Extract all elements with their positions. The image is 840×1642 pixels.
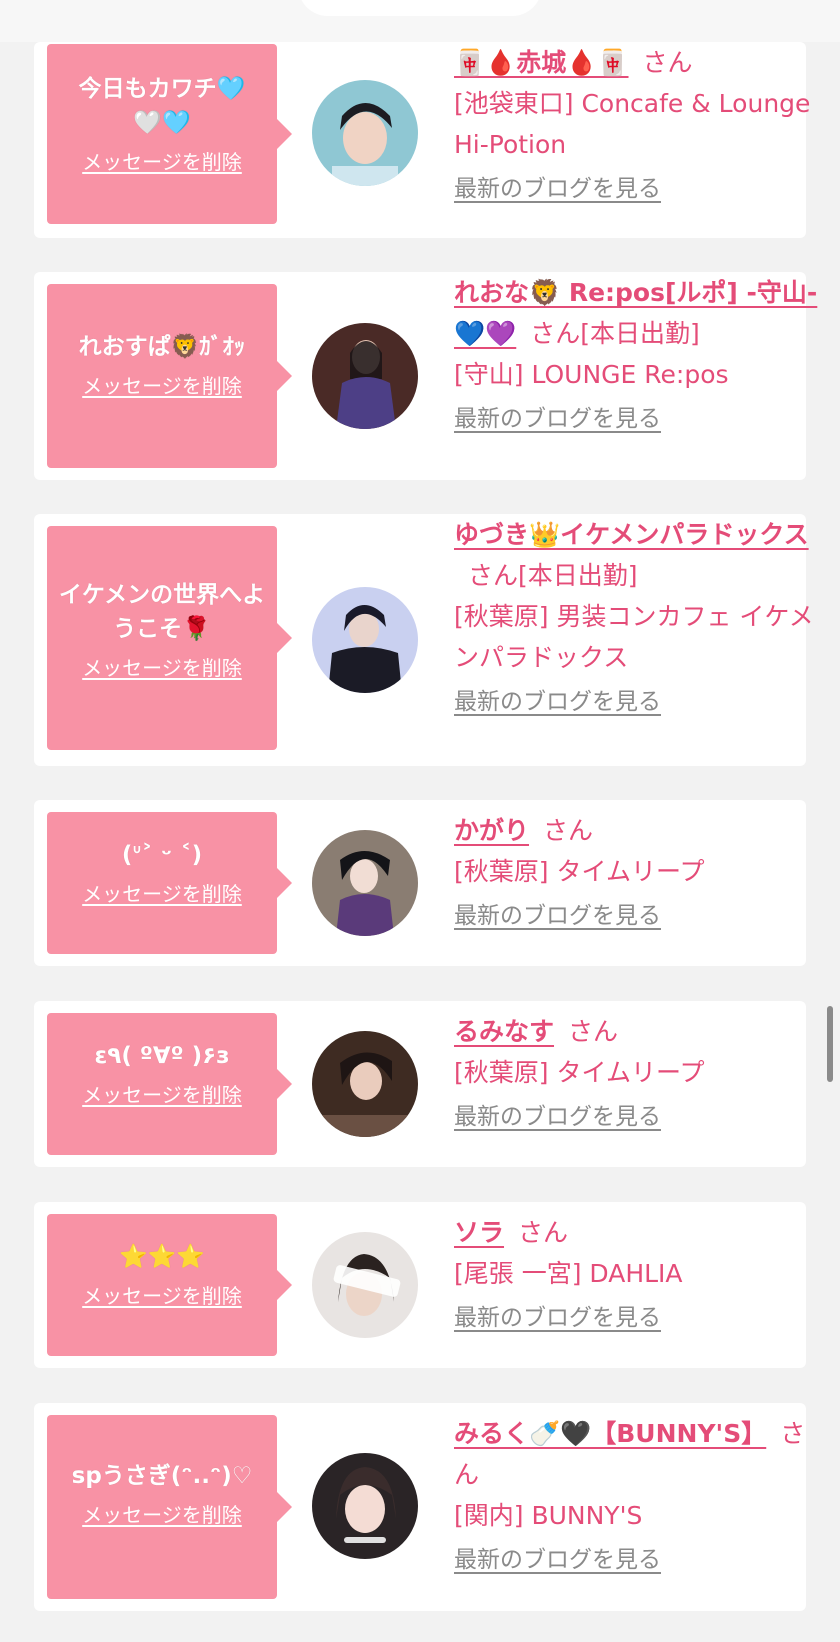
honorific: さん	[642, 48, 693, 77]
latest-blog-link[interactable]: 最新のブログを見る	[454, 896, 826, 937]
avatar[interactable]	[312, 1232, 418, 1338]
honorific: さん[本日出勤]	[468, 561, 638, 590]
scrollbar[interactable]	[827, 1006, 833, 1082]
latest-blog-link[interactable]: 最新のブログを見る	[454, 169, 826, 210]
message-text: ε٩( º∀º )۶з	[94, 1043, 230, 1069]
delete-message-button[interactable]: メッセージを削除	[82, 1280, 242, 1309]
message-text: イケメンの世界へようこそ🌹	[58, 582, 266, 642]
top-tab	[298, 0, 542, 16]
latest-blog-link[interactable]: 最新のブログを見る	[454, 399, 826, 440]
honorific: さん	[518, 1218, 569, 1247]
shop-name: [守山] LOUNGE Re:pos	[454, 360, 729, 389]
list-item: ⭐⭐⭐ メッセージを削除 ソラ さん [尾張 一宮] DAHLIA 最新のブログを…	[34, 1202, 806, 1368]
latest-blog-link[interactable]: 最新のブログを見る	[454, 1298, 826, 1339]
cast-name-link[interactable]: かがり	[454, 816, 529, 845]
message-text: spうさぎ(ᵔ..ᵔ)♡	[71, 1463, 253, 1489]
cast-name-link[interactable]: ソラ	[454, 1218, 504, 1247]
cast-name-link[interactable]: みるく🍼🖤【BUNNY'S】	[454, 1419, 766, 1448]
avatar[interactable]	[312, 323, 418, 429]
shop-name: [秋葉原] タイムリープ	[454, 857, 705, 886]
cast-name-link[interactable]: ゆづき👑イケメンパラドックス	[454, 520, 809, 549]
message-text: ⭐⭐⭐	[119, 1244, 205, 1270]
honorific: さん	[543, 816, 594, 845]
message-bubble: spうさぎ(ᵔ..ᵔ)♡ メッセージを削除	[47, 1415, 292, 1599]
shop-name: [池袋東口] Concafe & Lounge Hi-Potion	[454, 89, 811, 159]
list-item: イケメンの世界へようこそ🌹 メッセージを削除 ゆづき👑イケメンパラドックスさん[…	[34, 514, 814, 766]
list-item: れおすぱ🦁ｶﾞｵｯ メッセージを削除 れおな🦁 Re:pos[ルポ] -守山-💙…	[34, 272, 817, 480]
message-text: れおすぱ🦁ｶﾞｵｯ	[78, 334, 246, 360]
honorific: さん	[568, 1017, 619, 1046]
list-item: 今日もカワチ🩵🤍🩵 メッセージを削除 🀄🩸赤城🩸🀄 さん [池袋東口] Conca…	[34, 42, 810, 238]
delete-message-button[interactable]: メッセージを削除	[82, 1499, 242, 1528]
latest-blog-link[interactable]: 最新のブログを見る	[454, 1540, 826, 1581]
delete-message-button[interactable]: メッセージを削除	[82, 652, 242, 681]
cast-name-link[interactable]: るみなす	[454, 1017, 554, 1046]
list-item: (ᐡ˃ ᵕ ˂) メッセージを削除 かがり さん [秋葉原] タイムリープ 最新の…	[34, 800, 806, 966]
shop-name: [秋葉原] タイムリープ	[454, 1058, 705, 1087]
message-text: 今日もカワチ🩵🤍🩵	[78, 76, 246, 136]
delete-message-button[interactable]: メッセージを削除	[82, 1079, 242, 1108]
message-bubble: (ᐡ˃ ᵕ ˂) メッセージを削除	[47, 812, 292, 954]
list-item: spうさぎ(ᵔ..ᵔ)♡ メッセージを削除 みるく🍼🖤【BUNNY'S】 さん […	[34, 1403, 806, 1611]
latest-blog-link[interactable]: 最新のブログを見る	[454, 682, 826, 723]
shop-name: [関内] BUNNY'S	[454, 1501, 643, 1530]
avatar[interactable]	[312, 1453, 418, 1559]
message-bubble: 今日もカワチ🩵🤍🩵 メッセージを削除	[47, 44, 292, 224]
message-bubble: れおすぱ🦁ｶﾞｵｯ メッセージを削除	[47, 284, 292, 468]
avatar[interactable]	[312, 80, 418, 186]
list-item: ε٩( º∀º )۶з メッセージを削除 るみなす さん [秋葉原] タイムリープ…	[34, 1001, 806, 1167]
delete-message-button[interactable]: メッセージを削除	[82, 878, 242, 907]
shop-name: [秋葉原] 男装コンカフェ イケメンパラドックス	[454, 602, 814, 672]
latest-blog-link[interactable]: 最新のブログを見る	[454, 1097, 826, 1138]
delete-message-button[interactable]: メッセージを削除	[82, 146, 242, 175]
message-bubble: ε٩( º∀º )۶з メッセージを削除	[47, 1013, 292, 1155]
message-text: (ᐡ˃ ᵕ ˂)	[121, 842, 203, 868]
avatar[interactable]	[312, 1031, 418, 1137]
cast-name-link[interactable]: 🀄🩸赤城🩸🀄	[454, 48, 629, 77]
delete-message-button[interactable]: メッセージを削除	[82, 370, 242, 399]
message-bubble: イケメンの世界へようこそ🌹 メッセージを削除	[47, 526, 292, 750]
honorific: さん[本日出勤]	[530, 319, 700, 348]
shop-name: [尾張 一宮] DAHLIA	[454, 1259, 683, 1288]
top-bar	[0, 0, 840, 42]
avatar[interactable]	[312, 587, 418, 693]
avatar[interactable]	[312, 830, 418, 936]
message-bubble: ⭐⭐⭐ メッセージを削除	[47, 1214, 292, 1356]
